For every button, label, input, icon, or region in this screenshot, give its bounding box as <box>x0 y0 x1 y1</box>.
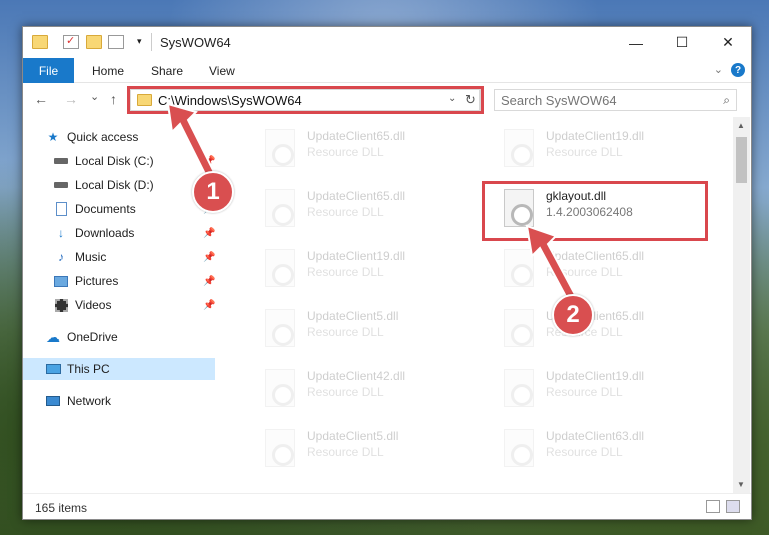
callout-1: 1 <box>192 171 234 213</box>
annotation-arrows <box>166 102 580 306</box>
arrow-1 <box>166 102 218 182</box>
arrow-2 <box>525 224 580 306</box>
callout-2: 2 <box>552 294 594 336</box>
